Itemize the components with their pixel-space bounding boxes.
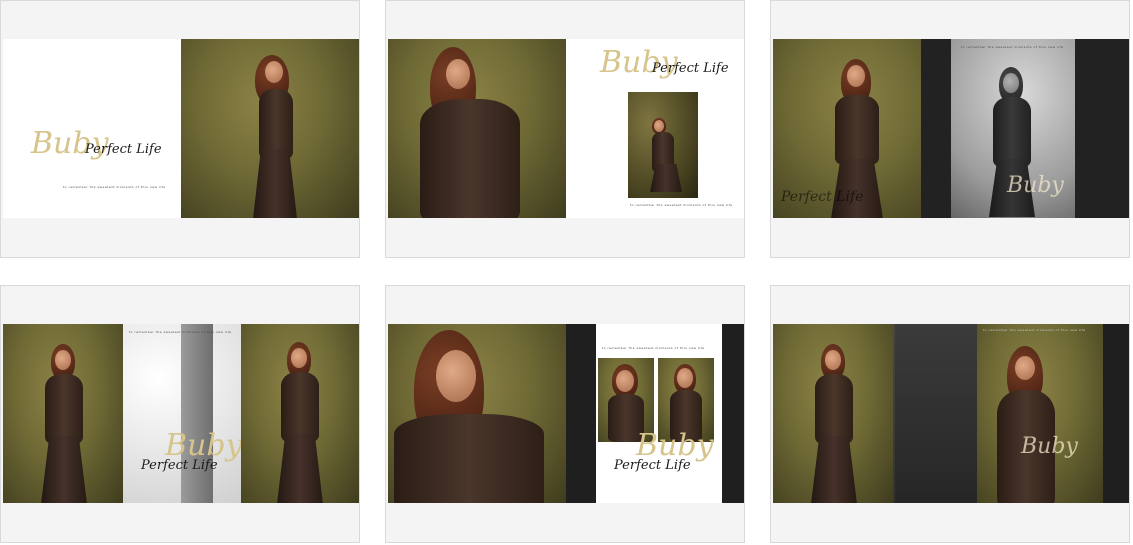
logo-text: Perfect Life [141, 458, 218, 473]
photo-pregnant-woman [388, 39, 566, 218]
right-page: Buby Perfect Life to remember the sweete… [566, 39, 744, 218]
right-page: to remember the sweetest moments of this… [596, 324, 722, 503]
caption-text: to remember the sweetest moments of this… [983, 328, 1086, 332]
album-card[interactable]: Buby Perfect Life to remember the sweete… [0, 0, 360, 258]
caption-text: to remember the sweetest moments of this… [602, 346, 705, 350]
caption-text: to remember the sweetest moments of this… [63, 185, 166, 189]
watermark-text: Perfect Life [781, 189, 864, 205]
album-logo: Buby Perfect Life [600, 43, 740, 93]
dark-strip [1103, 324, 1129, 503]
album-spread-preview[interactable]: Perfect Life to remember the sweetest mo… [773, 39, 1129, 218]
photo-woman-turned: to remember the sweetest moments of this… [977, 324, 1103, 503]
left-page: Buby Perfect Life to remember the sweete… [3, 39, 181, 218]
album-card[interactable]: Perfect Life to remember the sweetest mo… [770, 0, 1130, 258]
watermark-text: Buby [1007, 173, 1064, 198]
album-spread-preview[interactable]: to remember the sweetest moments of this… [3, 324, 359, 503]
textured-page [893, 324, 977, 503]
caption-text: to remember the sweetest moments of this… [630, 203, 733, 207]
caption-text: to remember the sweetest moments of this… [129, 330, 232, 334]
album-spread-preview[interactable]: to remember the sweetest moments of this… [773, 324, 1129, 503]
dark-strip [566, 324, 596, 503]
logo-text: Perfect Life [85, 142, 162, 157]
album-logo: Buby Perfect Life [31, 124, 171, 184]
photo-bw-woman: to remember the sweetest moments of this… [951, 39, 1129, 218]
photo-pregnant-woman [181, 39, 359, 218]
album-logo: Buby Perfect Life [610, 428, 720, 488]
album-spread-preview[interactable]: to remember the sweetest moments of this… [388, 324, 744, 503]
album-spread-preview[interactable]: Buby Perfect Life to remember the sweete… [3, 39, 359, 218]
photo-standing-woman: Perfect Life [773, 39, 951, 218]
dark-strip [722, 324, 744, 503]
album-card[interactable]: Buby Perfect Life to remember the sweete… [385, 0, 745, 258]
middle-page: to remember the sweetest moments of this… [123, 324, 241, 503]
photo-seated-woman [628, 92, 698, 198]
logo-text: Perfect Life [614, 458, 691, 473]
album-card[interactable]: to remember the sweetest moments of this… [770, 285, 1130, 543]
photo-standing-woman [3, 324, 123, 503]
photo-woman-closeup [388, 324, 566, 503]
watermark-text: Buby [1021, 434, 1078, 459]
album-gallery: Buby Perfect Life to remember the sweete… [0, 0, 1133, 545]
photo-standing-woman [773, 324, 893, 503]
album-card[interactable]: to remember the sweetest moments of this… [385, 285, 745, 543]
photo-standing-woman [241, 324, 359, 503]
logo-text: Perfect Life [652, 61, 729, 76]
album-logo: Buby Perfect Life [141, 428, 241, 478]
album-spread-preview[interactable]: Buby Perfect Life to remember the sweete… [388, 39, 744, 218]
album-card[interactable]: to remember the sweetest moments of this… [0, 285, 360, 543]
caption-text: to remember the sweetest moments of this… [961, 45, 1064, 49]
